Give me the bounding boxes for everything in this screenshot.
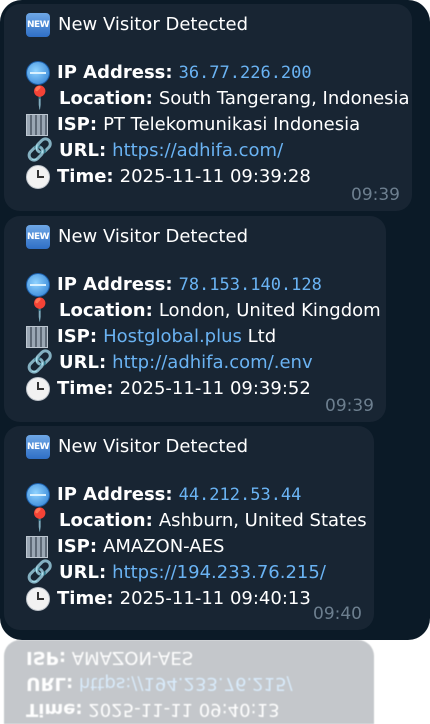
chat-view: NEW New Visitor Detected IP Address: 36.…: [0, 0, 430, 640]
message-title-row: NEW New Visitor Detected: [26, 224, 386, 250]
message-title: New Visitor Detected: [58, 226, 248, 247]
url-label: URL:: [59, 562, 107, 583]
new-button-icon: NEW: [26, 225, 50, 249]
location-value: London, United Kingdom: [158, 300, 381, 321]
globe-icon: [26, 483, 50, 507]
isp-link[interactable]: Hostglobal.plus: [103, 324, 242, 350]
message-title-row: NEW New Visitor Detected: [26, 434, 374, 460]
location-row: 📍 Location: South Tangerang, Indonesia: [26, 86, 412, 112]
ip-row: IP Address: 36.77.226.200: [26, 60, 412, 86]
pin-icon: 📍: [26, 86, 54, 111]
isp-row: ISP: Hostglobal.plus Ltd: [26, 324, 386, 350]
reflection-isp: ISP: AMAZON-AES: [26, 647, 194, 668]
reflection: Time: 2025-11-11 09:40:13 URL: https://1…: [0, 640, 430, 724]
link-icon: 🔗: [26, 350, 54, 375]
message-timestamp: 09:40: [313, 604, 362, 624]
reflection-url: URL: https://194.233.76.215/: [26, 673, 293, 694]
url-link[interactable]: https://194.233.76.215/: [112, 560, 326, 586]
clock-icon: [26, 377, 50, 401]
message-timestamp: 09:39: [325, 396, 374, 416]
location-value: Ashburn, United States: [158, 510, 367, 531]
location-row: 📍 Location: Ashburn, United States: [26, 508, 374, 534]
isp-label: ISP:: [57, 114, 98, 135]
isp-label: ISP:: [57, 326, 98, 347]
isp-value: AMAZON-AES: [103, 536, 225, 557]
reflection-time: Time: 2025-11-11 09:40:13: [26, 699, 280, 720]
isp-row: ISP: PT Telekomunikasi Indonesia: [26, 112, 412, 138]
location-label: Location:: [59, 510, 153, 531]
globe-icon: [26, 273, 50, 297]
time-label: Time:: [57, 378, 114, 399]
new-button-icon: NEW: [26, 435, 50, 459]
url-row: 🔗 URL: https://adhifa.com/: [26, 138, 412, 164]
clock-icon: [26, 165, 50, 189]
isp-row: ISP: AMAZON-AES: [26, 534, 374, 560]
isp-label: ISP:: [57, 536, 98, 557]
pin-icon: 📍: [26, 298, 54, 323]
location-label: Location:: [59, 88, 153, 109]
url-row: 🔗 URL: https://194.233.76.215/: [26, 560, 374, 586]
location-value: South Tangerang, Indonesia: [158, 88, 410, 109]
message-bubble[interactable]: NEW New Visitor Detected IP Address: 78.…: [4, 216, 386, 422]
url-link[interactable]: https://adhifa.com/: [112, 138, 283, 164]
clock-icon: [26, 587, 50, 611]
message-bubble[interactable]: NEW New Visitor Detected IP Address: 44.…: [4, 426, 374, 630]
pin-icon: 📍: [26, 508, 54, 533]
url-label: URL:: [59, 140, 107, 161]
message-title: New Visitor Detected: [58, 14, 248, 35]
time-label: Time:: [57, 166, 114, 187]
globe-icon: [26, 61, 50, 85]
ip-label: IP Address:: [57, 274, 173, 295]
url-label: URL:: [59, 352, 107, 373]
location-row: 📍 Location: London, United Kingdom: [26, 298, 386, 324]
ip-label: IP Address:: [57, 62, 173, 83]
office-building-icon: [26, 114, 48, 136]
time-value: 2025-11-11 09:40:13: [119, 588, 311, 609]
isp-value: PT Telekomunikasi Indonesia: [103, 114, 361, 135]
link-icon: 🔗: [26, 560, 54, 585]
time-value: 2025-11-11 09:39:52: [119, 378, 311, 399]
message-title: New Visitor Detected: [58, 436, 248, 457]
ip-value[interactable]: 36.77.226.200: [179, 60, 312, 86]
location-label: Location:: [59, 300, 153, 321]
message-timestamp: 09:39: [351, 185, 400, 205]
url-row: 🔗 URL: http://adhifa.com/.env: [26, 350, 386, 376]
link-icon: 🔗: [26, 138, 54, 163]
message-bubble[interactable]: NEW New Visitor Detected IP Address: 36.…: [4, 4, 412, 211]
ip-value[interactable]: 44.212.53.44: [179, 482, 302, 508]
new-button-icon: NEW: [26, 13, 50, 37]
time-label: Time:: [57, 588, 114, 609]
time-value: 2025-11-11 09:39:28: [119, 166, 311, 187]
message-title-row: NEW New Visitor Detected: [26, 12, 412, 38]
url-link[interactable]: http://adhifa.com/.env: [112, 350, 312, 376]
isp-suffix: Ltd: [241, 326, 277, 347]
office-building-icon: [26, 536, 48, 558]
ip-value[interactable]: 78.153.140.128: [179, 272, 322, 298]
office-building-icon: [26, 326, 48, 348]
reflection-bubble: Time: 2025-11-11 09:40:13 URL: https://1…: [4, 640, 374, 724]
ip-label: IP Address:: [57, 484, 173, 505]
ip-row: IP Address: 44.212.53.44: [26, 482, 374, 508]
ip-row: IP Address: 78.153.140.128: [26, 272, 386, 298]
